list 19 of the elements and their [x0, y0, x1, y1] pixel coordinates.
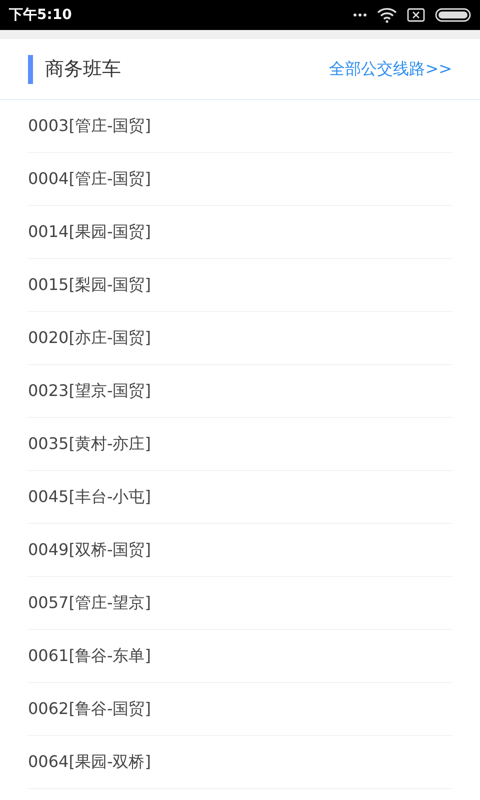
route-item[interactable]: 0045[丰台-小屯]: [28, 485, 151, 509]
route-item[interactable]: 0062[鲁谷-国贸]: [28, 697, 151, 721]
route-item[interactable]: 0064[果园-双桥]: [28, 750, 151, 774]
route-item[interactable]: 0004[管庄-国贸]: [28, 167, 151, 191]
route-item[interactable]: 0049[双桥-国贸]: [28, 538, 151, 562]
wifi-icon: [377, 7, 397, 23]
no-sim-icon: [407, 8, 425, 22]
route-item[interactable]: 0020[亦庄-国贸]: [28, 326, 151, 350]
route-item[interactable]: 0061[鲁谷-东单]: [28, 644, 151, 668]
route-item[interactable]: 0023[望京-国贸]: [28, 379, 151, 403]
route-item[interactable]: 0035[黄村-亦庄]: [28, 432, 151, 456]
route-item[interactable]: 0014[果园-国贸]: [28, 220, 151, 244]
battery-icon: [435, 8, 471, 22]
section-title: 商务班车: [28, 54, 121, 84]
status-time: 下午5:10: [9, 6, 72, 24]
route-item[interactable]: 0015[梨园-国贸]: [28, 273, 151, 297]
route-item[interactable]: 0003[管庄-国贸]: [28, 114, 151, 138]
route-item[interactable]: 0057[管庄-望京]: [28, 591, 151, 615]
more-dots-icon: [353, 13, 367, 17]
